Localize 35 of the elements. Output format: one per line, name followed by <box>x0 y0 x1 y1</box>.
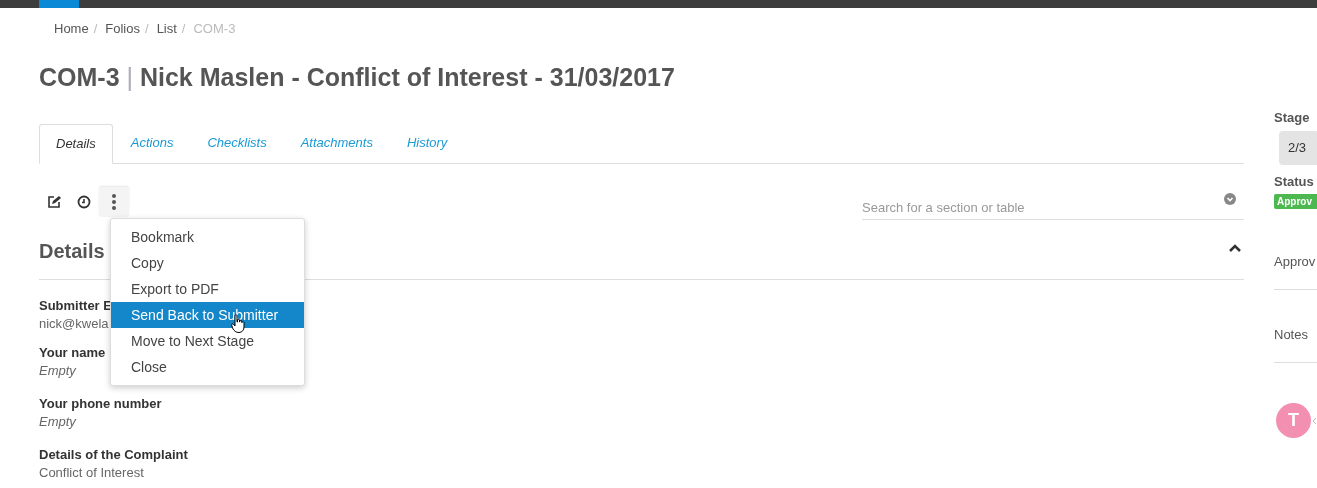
stage-label: Stage <box>1274 110 1311 125</box>
section-title: Details <box>39 239 105 263</box>
menu-item[interactable]: Close <box>111 354 304 380</box>
menu-item[interactable]: Copy <box>111 250 304 276</box>
chevron-down-icon <box>1224 193 1236 205</box>
approvals-heading: Approv <box>1274 254 1317 290</box>
field-value: Empty <box>39 363 76 378</box>
breadcrumb-link[interactable]: Home <box>54 20 89 36</box>
menu-item[interactable]: Move to Next Stage <box>111 328 304 354</box>
menu-item[interactable]: Bookmark <box>111 224 304 250</box>
edit-icon <box>47 195 61 209</box>
breadcrumb-separator: / <box>93 20 98 36</box>
field-label: Your name <box>39 345 106 360</box>
menu-item[interactable]: Export to PDF <box>111 276 304 302</box>
page-title: COM-3 | Nick Maslen - Conflict of Interest - 31/03/2017 <box>39 63 676 93</box>
more-button[interactable] <box>99 187 129 217</box>
field-label: Details of the Complaint <box>39 447 188 462</box>
more-icon <box>111 193 117 211</box>
menu-item[interactable]: Send Back to Submitter <box>111 302 304 328</box>
breadcrumb-separator: / <box>181 20 186 36</box>
breadcrumb-separator: / <box>145 20 149 36</box>
stage-indicator: 2/3 <box>1279 131 1317 165</box>
field-value: nick@kwela <box>39 316 109 331</box>
clock-icon <box>77 195 91 209</box>
chevron-left-icon <box>1312 416 1317 425</box>
tab[interactable]: Details <box>39 124 113 164</box>
breadcrumb-link[interactable]: Folios <box>105 20 140 36</box>
notes-heading: Notes <box>1274 327 1317 363</box>
chevron-up-icon <box>1228 243 1242 253</box>
field-label: Your phone number <box>39 396 162 411</box>
field-value: Conflict of Interest <box>39 465 144 480</box>
status-label: Status <box>1274 174 1315 189</box>
breadcrumb-link[interactable]: List <box>156 20 177 36</box>
status-badge: Approv <box>1274 194 1317 209</box>
field-value: Empty <box>39 414 76 429</box>
